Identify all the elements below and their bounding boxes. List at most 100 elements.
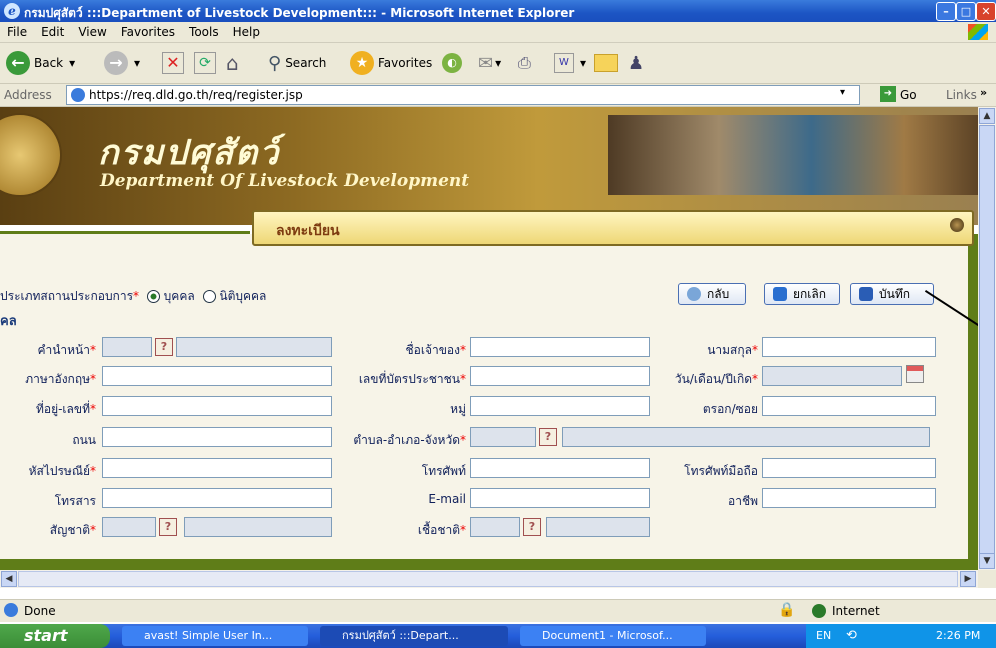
task-word[interactable]: Document1 - Microsof... <box>520 626 706 646</box>
media-button[interactable]: ◐ <box>442 49 462 77</box>
nationality-name-input[interactable] <box>184 517 332 537</box>
network-icon[interactable]: ⟲ <box>846 624 857 648</box>
start-label: start <box>24 626 68 645</box>
scroll-thumb[interactable] <box>979 125 995 555</box>
chevron-icon[interactable]: » <box>980 86 987 99</box>
race-name-input[interactable] <box>546 517 650 537</box>
district-lookup-icon[interactable]: ? <box>539 428 557 446</box>
address-no-input[interactable] <box>102 396 332 416</box>
id-card-input[interactable] <box>470 366 650 386</box>
calendar-icon[interactable] <box>906 365 924 383</box>
taskbar: start avast! Simple User In... กรมปศุสัต… <box>0 624 996 648</box>
stop-icon: ✕ <box>162 52 184 74</box>
menu-favorites[interactable]: Favorites <box>114 22 182 42</box>
ie-icon: e <box>4 3 20 19</box>
ie-status-icon <box>4 603 18 617</box>
address-label: Address <box>4 88 52 102</box>
mail-button[interactable]: ✉ ▾ <box>478 49 501 77</box>
nationality-label: สัญชาติ* <box>49 523 96 537</box>
save-disk-icon <box>859 287 873 301</box>
scroll-corner <box>978 570 996 588</box>
address-dropdown-icon[interactable]: ▾ <box>840 87 845 98</box>
section-title: ลงทะเบียน <box>276 223 340 239</box>
links-button[interactable]: Links <box>946 88 977 102</box>
edit-button[interactable]: W ▾ <box>554 49 586 77</box>
save-button[interactable]: บันทึก <box>850 283 934 305</box>
postcode-label: หัสไปรษณีย์* <box>28 464 96 478</box>
mobile-input[interactable] <box>762 458 936 478</box>
favorites-button[interactable]: ★ Favorites <box>350 49 432 77</box>
postcode-input[interactable] <box>102 458 332 478</box>
back-label: Back <box>34 56 64 70</box>
hscroll-thumb[interactable] <box>18 571 958 587</box>
nationality-lookup-icon[interactable]: ? <box>159 518 177 536</box>
back-button[interactable]: ← Back ▾ <box>6 49 75 77</box>
clock: 2:26 PM <box>936 629 981 642</box>
zone-label: Internet <box>832 604 880 618</box>
messenger-button[interactable]: ♟ <box>628 49 644 77</box>
road-input[interactable] <box>102 427 332 447</box>
mobile-label: โทรศัพท์มือถือ <box>684 464 758 478</box>
scroll-left-icon[interactable]: ◀ <box>1 571 17 587</box>
minimize-button[interactable]: – <box>936 2 956 21</box>
start-button[interactable]: start <box>0 624 110 648</box>
go-button[interactable]: Go <box>900 88 917 102</box>
back-page-label: กลับ <box>707 286 730 301</box>
scroll-down-icon[interactable]: ▼ <box>979 553 995 569</box>
nationality-code-input[interactable] <box>102 517 156 537</box>
back-page-button[interactable]: กลับ <box>678 283 746 305</box>
print-button[interactable]: ⎙ <box>518 49 531 77</box>
close-button[interactable]: ✕ <box>976 2 996 21</box>
race-code-input[interactable] <box>470 517 520 537</box>
search-button[interactable]: ⚲ Search <box>268 49 326 77</box>
menu-file[interactable]: File <box>0 22 34 42</box>
owner-name-input[interactable] <box>470 337 650 357</box>
windows-logo-icon <box>968 24 988 40</box>
surname-input[interactable] <box>762 337 936 357</box>
scroll-right-icon[interactable]: ▶ <box>960 571 976 587</box>
refresh-button[interactable]: ⟳ <box>194 49 216 77</box>
task-avast[interactable]: avast! Simple User In... <box>122 626 308 646</box>
soi-input[interactable] <box>762 396 936 416</box>
star-icon: ★ <box>350 51 374 75</box>
address-input[interactable]: https://req.dld.go.th/req/register.jsp <box>66 85 860 105</box>
prefix-name-input[interactable] <box>176 337 332 357</box>
scroll-up-icon[interactable]: ▲ <box>979 108 995 124</box>
lock-icon: 🔒 <box>778 602 796 618</box>
undo-icon <box>773 287 787 301</box>
race-lookup-icon[interactable]: ? <box>523 518 541 536</box>
menu-edit[interactable]: Edit <box>34 22 71 42</box>
email-input[interactable] <box>470 488 650 508</box>
id-card-label: เลขที่บัตรประชาชน* <box>358 372 466 386</box>
lookup-icon[interactable]: ? <box>155 338 173 356</box>
prefix-code-input[interactable] <box>102 337 152 357</box>
district-code-input[interactable] <box>470 427 536 447</box>
home-button[interactable]: ⌂ <box>226 49 239 77</box>
vertical-scrollbar[interactable]: ▲ ▼ <box>978 107 996 570</box>
dob-input[interactable] <box>762 366 902 386</box>
system-tray: EN ⟲ 2:26 PM <box>806 624 996 648</box>
english-name-input[interactable] <box>102 366 332 386</box>
search-label: Search <box>285 56 327 70</box>
horizontal-scrollbar[interactable]: ◀ ▶ <box>0 570 978 588</box>
site-header: กรมปศุสัตว์ Department Of Livestock Deve… <box>0 107 978 225</box>
menu-tools[interactable]: Tools <box>182 22 226 42</box>
moo-input[interactable] <box>470 396 650 416</box>
career-input[interactable] <box>762 488 936 508</box>
home-icon: ⌂ <box>226 51 239 75</box>
stop-button[interactable]: ✕ <box>162 49 184 77</box>
cancel-button[interactable]: ยกเลิก <box>764 283 840 305</box>
radio-juristic[interactable] <box>202 290 216 303</box>
folder-button[interactable] <box>594 49 618 77</box>
menu-help[interactable]: Help <box>226 22 267 42</box>
district-name-input[interactable] <box>562 427 930 447</box>
menu-view[interactable]: View <box>71 22 113 42</box>
fax-input[interactable] <box>102 488 332 508</box>
maximize-button[interactable]: □ <box>956 2 976 21</box>
radio-person[interactable] <box>146 290 160 303</box>
forward-button[interactable]: → ▾ <box>104 49 140 77</box>
language-indicator[interactable]: EN <box>816 624 831 648</box>
task-ie[interactable]: กรมปศุสัตว์ :::Depart... <box>320 626 508 646</box>
email-label: E-mail <box>428 492 466 506</box>
phone-input[interactable] <box>470 458 650 478</box>
